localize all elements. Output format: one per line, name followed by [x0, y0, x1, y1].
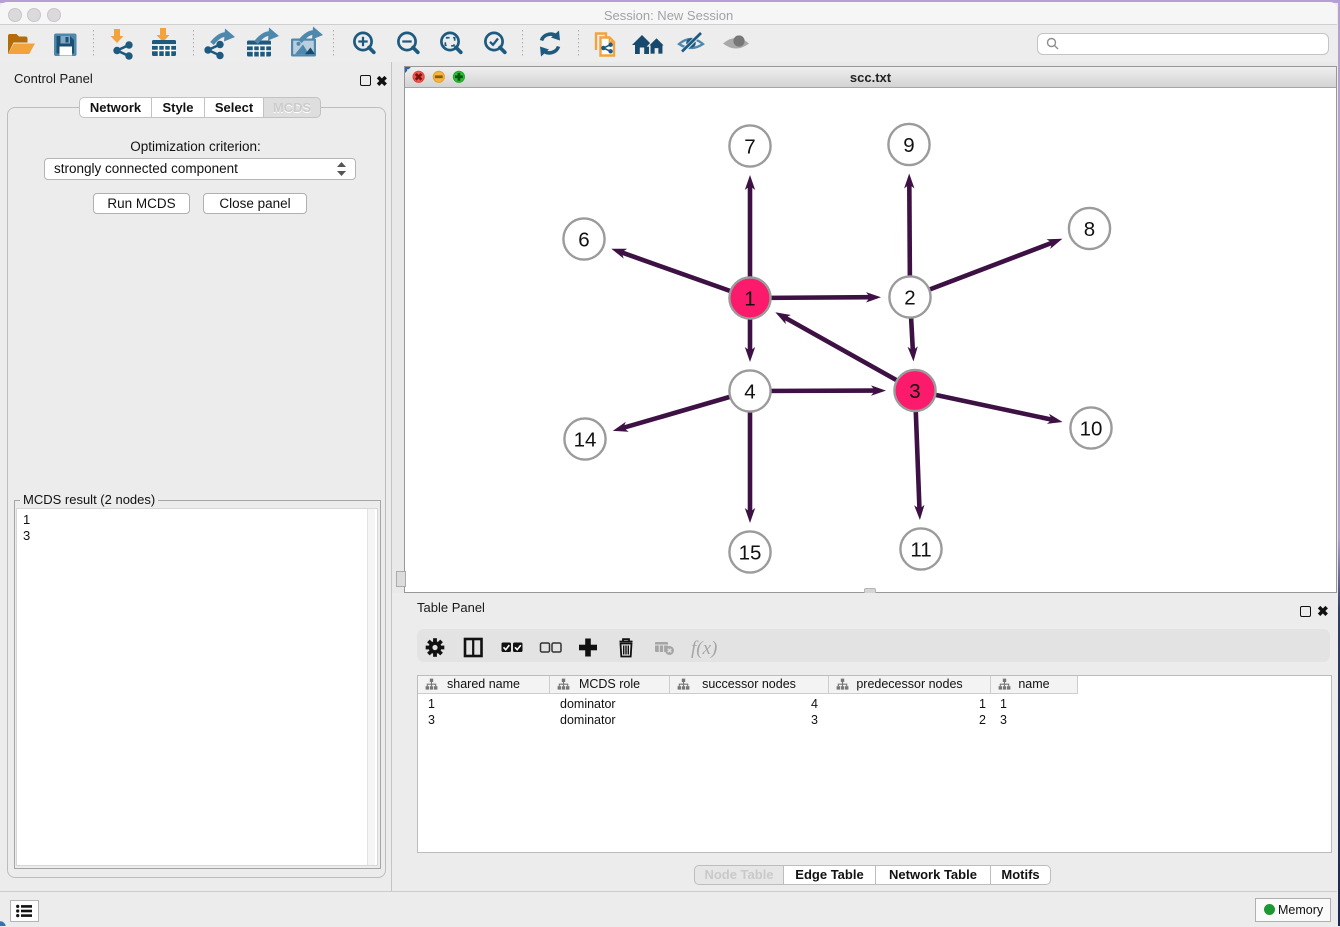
- svg-text:f(x): f(x): [691, 638, 717, 659]
- svg-text:9: 9: [903, 134, 914, 157]
- svg-text:3: 3: [909, 380, 920, 403]
- svg-text:2: 2: [904, 286, 915, 309]
- svg-text:4: 4: [744, 380, 755, 403]
- svg-text:15: 15: [739, 541, 762, 564]
- svg-text:1: 1: [744, 287, 755, 310]
- svg-text:11: 11: [910, 538, 931, 561]
- svg-text:7: 7: [744, 135, 755, 158]
- svg-text:14: 14: [574, 428, 597, 451]
- svg-text:10: 10: [1080, 417, 1103, 440]
- svg-text:8: 8: [1084, 218, 1095, 241]
- svg-text:6: 6: [578, 228, 589, 251]
